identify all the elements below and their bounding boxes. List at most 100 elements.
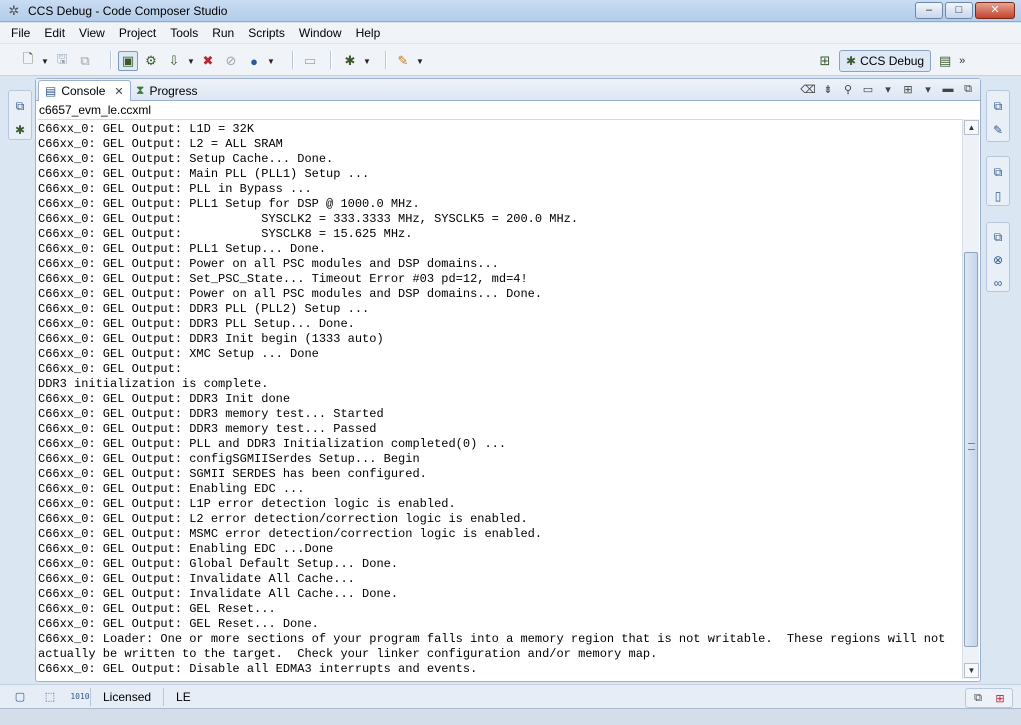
clear-console-icon[interactable]: ⌫: [800, 81, 816, 97]
minimize-view-icon[interactable]: ▬: [940, 81, 956, 97]
close-tab-icon[interactable]: ✕: [114, 85, 123, 98]
tab-label: Progress: [149, 83, 198, 98]
perspective-ccs-debug-button[interactable]: ✱ CCS Debug: [839, 50, 932, 72]
scroll-up-arrow-icon[interactable]: ▲: [964, 120, 979, 135]
console-line: DDR3 initialization is complete.: [38, 377, 269, 391]
display-console-icon[interactable]: ▭: [860, 81, 876, 97]
console-line: C66xx_0: GEL Output:: [38, 362, 183, 376]
tab-console[interactable]: ▤ Console ✕: [38, 80, 131, 101]
debug-view-icon[interactable]: ▣: [118, 51, 138, 71]
close-button[interactable]: ✕: [975, 2, 1015, 19]
console-icon: ▤: [45, 84, 57, 98]
menu-scripts[interactable]: Scripts: [241, 26, 292, 40]
progress-icon: ⧗: [136, 83, 145, 97]
menu-tools[interactable]: Tools: [163, 26, 205, 40]
run-to-icon[interactable]: ●: [244, 51, 264, 71]
console-line: C66xx_0: GEL Output: MSMC error detectio…: [38, 527, 543, 541]
external-tools-dropdown-arrow-icon[interactable]: ▼: [416, 57, 424, 66]
console-lines: C66xx_0: GEL Output: L1D = 32K C66xx_0: G…: [38, 120, 962, 677]
save-all-icon[interactable]: ⧉: [75, 51, 95, 71]
perspective-switcher: ⊞ ✱ CCS Debug ▤ »: [815, 50, 965, 72]
editor-icon[interactable]: ✎: [989, 121, 1007, 139]
right-trim-stack-middle: ⧉ ▯: [986, 156, 1010, 206]
new-icon[interactable]: 🗋: [18, 51, 38, 71]
status-bar: ▢ ⬚ 1010 Licensed LE ⧉ ⊞: [0, 684, 1021, 708]
menu-view[interactable]: View: [72, 26, 112, 40]
load-program-icon[interactable]: ⇩: [164, 51, 184, 71]
menu-file[interactable]: File: [4, 26, 37, 40]
pin-console-icon[interactable]: ⚲: [840, 81, 856, 97]
console-name: c6657_evm_le.ccxml: [39, 103, 152, 117]
window-title: CCS Debug - Code Composer Studio: [28, 4, 228, 18]
load-dropdown-arrow-icon[interactable]: ▼: [187, 57, 195, 66]
display-console-dropdown-icon[interactable]: ▾: [880, 81, 896, 97]
memory-icon[interactable]: ▯: [989, 187, 1007, 205]
console-line: C66xx_0: GEL Output: Enabling EDC ...Don…: [38, 542, 334, 556]
problems-icon[interactable]: ⊞: [992, 690, 1008, 706]
terminal-icon[interactable]: ▭: [300, 51, 320, 71]
variables-icon[interactable]: ⊗: [989, 252, 1007, 269]
expressions-icon[interactable]: ∞: [989, 274, 1007, 291]
view-menu-icon[interactable]: ▾: [920, 81, 936, 97]
license-status: Licensed: [90, 687, 163, 706]
save-icon[interactable]: 🖫: [52, 51, 72, 71]
binary-icon: 1010: [70, 691, 90, 701]
view-toolbar: ⌫ ⇟ ⚲ ▭ ▾ ⊞ ▾ ▬ ⧉: [800, 81, 976, 97]
ccs-debug-perspective-icon: ✱: [846, 54, 857, 68]
console-line: C66xx_0: GEL Output: Power on all PSC mo…: [38, 257, 499, 271]
console-line: C66xx_0: GEL Output: L2 = ALL SRAM: [38, 137, 283, 151]
console-line: C66xx_0: GEL Output: SYSCLK8 = 15.625 MH…: [38, 227, 413, 241]
console-line: C66xx_0: GEL Output: DDR3 Init done: [38, 392, 291, 406]
console-line: C66xx_0: GEL Output: XMC Setup ... Done: [38, 347, 319, 361]
debug-view-icon[interactable]: ✱: [11, 121, 29, 139]
restore-icon[interactable]: ⧉: [989, 163, 1007, 181]
menu-run[interactable]: Run: [205, 26, 241, 40]
console-line: C66xx_0: GEL Output: Set_PSC_State... Ti…: [38, 272, 528, 286]
restore-icon[interactable]: ⧉: [11, 97, 29, 115]
scroll-down-arrow-icon[interactable]: ▼: [964, 663, 979, 678]
perspective-label: CCS Debug: [860, 54, 925, 68]
menu-project[interactable]: Project: [112, 26, 163, 40]
open-perspective-icon[interactable]: ⊞: [815, 51, 835, 71]
edit-perspective-icon[interactable]: ▤: [935, 51, 955, 71]
debug-dropdown-arrow-icon[interactable]: ▼: [363, 57, 371, 66]
menu-window[interactable]: Window: [292, 26, 349, 40]
console-scrollbar[interactable]: ▲ ▼: [962, 119, 979, 679]
external-tools-icon[interactable]: ✎: [393, 51, 413, 71]
console-line: C66xx_0: GEL Output: Setup Cache... Done…: [38, 152, 334, 166]
run-dropdown-arrow-icon[interactable]: ▼: [267, 57, 275, 66]
restore-icon[interactable]: ⧉: [989, 229, 1007, 246]
tab-progress[interactable]: ⧗ Progress: [130, 80, 203, 101]
open-console-icon[interactable]: ⊞: [900, 81, 916, 97]
view-tab-bar: ▤ Console ✕ ⧗ Progress ⌫ ⇟ ⚲ ▭ ▾ ⊞ ▾ ▬ ⧉: [36, 79, 980, 101]
tool-group: ✎ ▼: [393, 50, 424, 72]
debug-bug-icon[interactable]: ✱: [340, 51, 360, 71]
new-dropdown-arrow-icon[interactable]: ▼: [41, 57, 49, 66]
perspective-overflow-button[interactable]: »: [959, 55, 965, 67]
console-line: C66xx_0: GEL Output: Invalidate All Cach…: [38, 587, 399, 601]
bug-tool-group: ✱ ▼: [340, 50, 371, 72]
menu-edit[interactable]: Edit: [37, 26, 72, 40]
toolbar-separator: [385, 51, 387, 69]
restore-icon[interactable]: ⧉: [970, 690, 986, 706]
tab-label: Console: [61, 84, 106, 98]
maximize-button[interactable]: □: [945, 2, 973, 19]
console-line: C66xx_0: GEL Output: DDR3 PLL Setup... D…: [38, 317, 355, 331]
restore-icon[interactable]: ⧉: [989, 97, 1007, 115]
fast-view-icon[interactable]: ▢: [10, 688, 30, 706]
scrollbar-thumb[interactable]: [964, 252, 978, 647]
remove-breakpoints-icon[interactable]: ✖: [198, 51, 218, 71]
debug-settings-icon[interactable]: ⚙: [141, 51, 161, 71]
console-line: C66xx_0: GEL Output: Power on all PSC mo…: [38, 287, 543, 301]
build-status-icon[interactable]: ⬚: [40, 688, 60, 706]
file-tool-group: 🗋 ▼ 🖫 ⧉: [18, 50, 95, 72]
scroll-lock-icon[interactable]: ⇟: [820, 81, 836, 97]
console-line: C66xx_0: GEL Output: Enabling EDC ...: [38, 482, 305, 496]
console-line: C66xx_0: GEL Output: L1D = 32K: [38, 122, 255, 136]
console-output[interactable]: C66xx_0: GEL Output: L1D = 32K C66xx_0: G…: [38, 119, 962, 679]
minimize-button[interactable]: –: [915, 2, 943, 19]
maximize-view-icon[interactable]: ⧉: [960, 81, 976, 97]
skip-breakpoints-icon[interactable]: ⊘: [221, 51, 241, 71]
menu-help[interactable]: Help: [349, 26, 388, 40]
terminal-tool-group: ▭: [300, 50, 320, 72]
